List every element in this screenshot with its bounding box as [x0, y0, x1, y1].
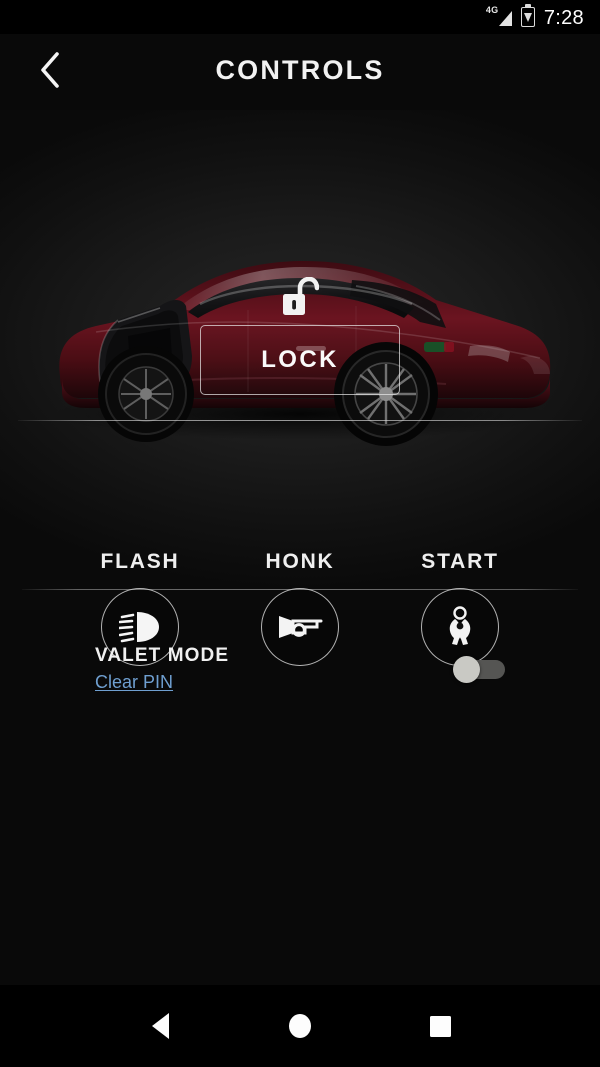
android-nav-bar	[0, 985, 600, 1067]
section-divider	[22, 589, 578, 590]
flash-label: FLASH	[100, 550, 180, 573]
honk-label: HONK	[265, 550, 335, 573]
valet-mode-toggle[interactable]	[453, 656, 505, 683]
status-bar-icons: 4G 7:28	[485, 4, 584, 29]
network-type-label: 4G	[485, 5, 499, 15]
nav-back-button[interactable]	[132, 998, 188, 1054]
valet-mode-label: VALET MODE	[95, 645, 230, 666]
status-bar-clock: 7:28	[543, 7, 584, 29]
square-recents-icon	[429, 1015, 451, 1037]
valet-mode-texts: VALET MODE Clear PIN	[95, 645, 229, 693]
status-bar: 4G 7:28	[0, 0, 600, 34]
battery-bolt	[523, 12, 532, 22]
valet-mode-row: VALET MODE Clear PIN	[0, 636, 600, 702]
vehicle-hero-area: LOCK FLASH HONK START	[0, 110, 600, 666]
rear-wheel	[98, 346, 194, 442]
clear-pin-link[interactable]: Clear PIN	[95, 672, 173, 693]
lock-button[interactable]: LOCK	[200, 325, 400, 395]
back-button[interactable]	[28, 48, 72, 92]
app-header: CONTROLS	[0, 34, 600, 106]
unlocked-padlock-icon	[283, 277, 319, 315]
nav-home-button[interactable]	[272, 998, 328, 1054]
start-label: START	[421, 550, 499, 573]
page-title: CONTROLS	[215, 54, 385, 85]
toggle-knob	[453, 656, 480, 683]
chevron-left-icon	[41, 52, 59, 88]
signal-bars-icon: 4G	[485, 5, 512, 28]
app-screen: 4G 7:28 CONTROLS LOCK FLASH HONK START V…	[0, 0, 600, 1067]
nav-recents-button[interactable]	[412, 998, 468, 1054]
triangle-back-icon	[151, 1013, 169, 1039]
battery-charging-icon	[520, 4, 535, 27]
lock-button-label: LOCK	[261, 346, 339, 373]
lock-status	[277, 275, 323, 321]
signal-triangle	[498, 11, 512, 26]
circle-home-icon	[289, 1014, 311, 1038]
ground-divider-line	[18, 420, 582, 421]
